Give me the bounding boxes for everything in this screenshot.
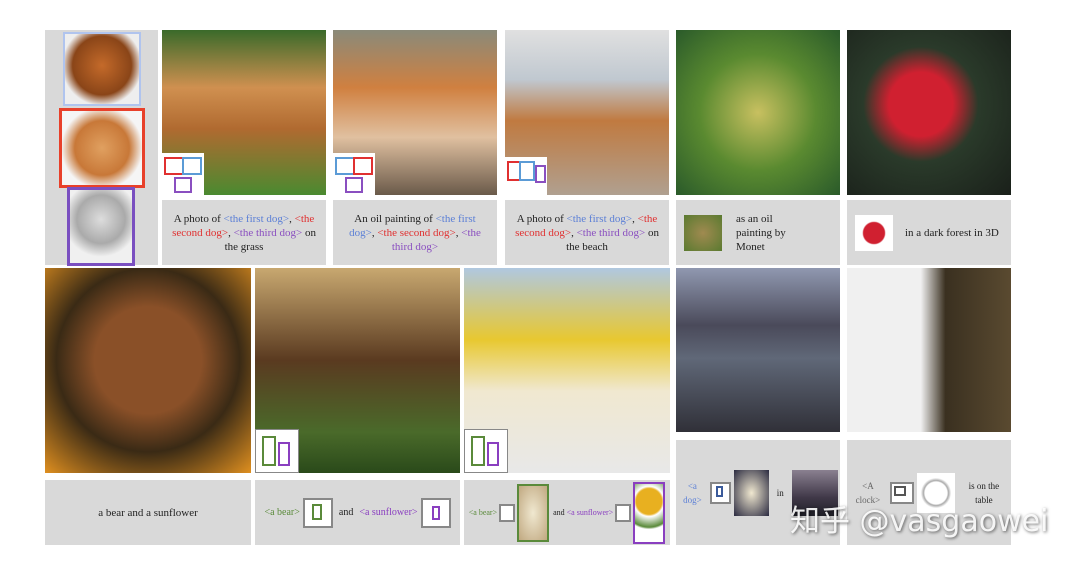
clock-on-table-image bbox=[847, 268, 1011, 432]
layout-thumbnail bbox=[464, 429, 508, 473]
layout-thumbnail bbox=[255, 429, 299, 473]
dogs-on-grass-image bbox=[162, 30, 326, 195]
layout-thumbnail bbox=[333, 153, 375, 195]
polar-bear-reference-thumbnail bbox=[517, 483, 550, 542]
dog-mountain-lake-image bbox=[676, 268, 840, 432]
caption-monster: in a dark forest in 3D bbox=[847, 200, 1011, 265]
layout-thumbnail bbox=[505, 157, 547, 195]
bear-box-icon bbox=[302, 497, 333, 528]
bear-sunflower-image bbox=[45, 268, 251, 473]
caption-dogs-oil: An oil painting of <the first dog>, <the… bbox=[333, 200, 497, 265]
layout-thumbnail bbox=[162, 153, 204, 195]
bird-reference-thumbnail bbox=[684, 214, 722, 251]
polar-bear-sunflower-image bbox=[464, 268, 670, 473]
reference-dog-1-image bbox=[63, 32, 141, 106]
watermark: 知乎 @vasgaowei bbox=[790, 504, 1049, 539]
red-monster-image bbox=[847, 30, 1011, 195]
caption-bear-sunflower-layout: <a bear> and <a sunflower> bbox=[255, 480, 460, 545]
bear-sunflower-field-image bbox=[255, 268, 460, 473]
reference-dog-3-image bbox=[67, 187, 135, 266]
caption-dogs-beach: A photo of <the first dog>, <the second … bbox=[505, 200, 669, 265]
sunflower-reference-thumbnail bbox=[633, 481, 666, 544]
reference-dog-2-image bbox=[59, 108, 145, 188]
dogs-on-beach-image bbox=[505, 30, 669, 195]
dog-reference-thumbnail bbox=[734, 469, 769, 516]
bird-monet-image bbox=[676, 30, 840, 195]
caption-polar-bear-layout: <a bear> and <a sunflower> bbox=[464, 480, 670, 545]
caption-bear-sunflower: a bear and a sunflower bbox=[45, 480, 251, 545]
sunflower-box-icon bbox=[420, 497, 451, 528]
caption-monet: as an oil painting by Monet bbox=[676, 200, 840, 265]
caption-dogs-grass: A photo of <the first dog>, <the second … bbox=[162, 200, 326, 265]
monster-reference-thumbnail bbox=[855, 214, 893, 251]
dogs-oil-painting-image bbox=[333, 30, 497, 195]
